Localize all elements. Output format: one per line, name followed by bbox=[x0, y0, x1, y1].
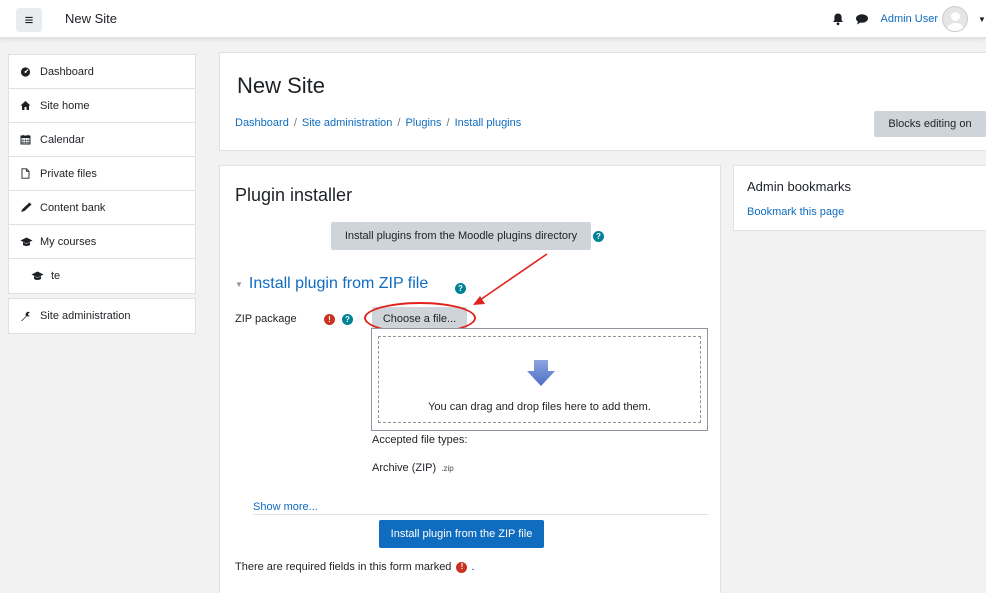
sidebar-item-label: Site home bbox=[40, 99, 90, 112]
breadcrumb-install-plugins[interactable]: Install plugins bbox=[455, 117, 522, 129]
nav-drawer-admin-group: Site administration bbox=[8, 298, 196, 334]
caret-down-icon[interactable]: ▼ bbox=[978, 15, 986, 24]
zip-package-label: ZIP package bbox=[235, 313, 297, 325]
file-icon bbox=[20, 168, 38, 179]
bell-icon[interactable] bbox=[831, 12, 845, 26]
sidebar-item-label: Content bank bbox=[40, 201, 106, 214]
install-zip-button[interactable]: Install plugin from the ZIP file bbox=[379, 520, 544, 548]
bookmark-page-link[interactable]: Bookmark this page bbox=[747, 206, 844, 218]
breadcrumb-plugins[interactable]: Plugins bbox=[405, 117, 441, 129]
required-icon: ! bbox=[324, 314, 335, 325]
dashboard-icon bbox=[20, 66, 38, 77]
download-arrow-icon bbox=[527, 360, 555, 386]
sidebar-item-label: Site administration bbox=[40, 310, 131, 322]
divider bbox=[253, 514, 708, 515]
wrench-icon bbox=[20, 311, 38, 322]
sidebar-item-label: My courses bbox=[40, 235, 97, 248]
breadcrumb-separator: / bbox=[293, 117, 297, 129]
breadcrumb-separator: / bbox=[446, 117, 450, 129]
sidebar-item-label: te bbox=[51, 270, 61, 282]
chat-icon[interactable] bbox=[855, 12, 869, 26]
help-icon[interactable]: ? bbox=[593, 231, 604, 242]
sidebar-item-label: Private files bbox=[40, 167, 97, 180]
page-header: New Site Dashboard / Site administration / P… bbox=[219, 52, 986, 151]
help-icon[interactable]: ? bbox=[342, 314, 353, 325]
admin-bookmarks-block: Admin bookmarks Bookmark this page bbox=[733, 165, 986, 231]
graduation-cap-icon bbox=[20, 237, 38, 247]
nav-drawer-main-group: Dashboard Site home Calendar Private fil… bbox=[8, 54, 196, 294]
breadcrumb-site-administration[interactable]: Site administration bbox=[302, 117, 393, 129]
sidebar-item-calendar[interactable]: Calendar bbox=[9, 123, 195, 157]
home-icon bbox=[20, 100, 38, 111]
avatar[interactable] bbox=[942, 6, 968, 32]
blocks-editing-button[interactable]: Blocks editing on bbox=[874, 111, 986, 137]
top-navbar: ≡ New Site Admin User ▼ bbox=[0, 0, 986, 38]
pencil-icon bbox=[20, 202, 38, 213]
required-icon: ! bbox=[456, 561, 468, 573]
required-note-text: There are required fields in this form m… bbox=[235, 561, 452, 573]
plugin-installer-title: Plugin installer bbox=[235, 185, 353, 205]
archive-type-label: Archive (ZIP) bbox=[372, 462, 437, 474]
accepted-types-label: Accepted file types: bbox=[372, 434, 468, 446]
sidebar-item-site-home[interactable]: Site home bbox=[9, 89, 195, 123]
required-fields-note: There are required fields in this form m… bbox=[235, 561, 475, 573]
user-menu-area: Admin User ▼ bbox=[831, 6, 986, 32]
file-drop-inner[interactable]: You can drag and drop files here to add … bbox=[378, 336, 701, 423]
plugins-directory-button[interactable]: Install plugins from the Moodle plugins … bbox=[331, 222, 591, 250]
nav-drawer: Dashboard Site home Calendar Private fil… bbox=[8, 54, 196, 338]
collapse-caret-icon[interactable]: ▼ bbox=[235, 280, 243, 289]
sidebar-item-label: Dashboard bbox=[40, 65, 94, 78]
drop-zone-text: You can drag and drop files here to add … bbox=[428, 401, 651, 413]
sidebar-item-site-administration[interactable]: Site administration bbox=[9, 299, 195, 333]
site-name[interactable]: New Site bbox=[65, 11, 117, 26]
sidebar-item-dashboard[interactable]: Dashboard bbox=[9, 55, 195, 89]
sidebar-item-label: Calendar bbox=[40, 133, 85, 146]
sidebar-item-private-files[interactable]: Private files bbox=[9, 157, 195, 191]
show-more-link[interactable]: Show more... bbox=[253, 501, 318, 513]
archive-extension: .zip bbox=[441, 464, 454, 473]
menu-toggle-button[interactable]: ≡ bbox=[16, 8, 42, 32]
zip-section-title[interactable]: Install plugin from ZIP file bbox=[249, 275, 428, 293]
archive-type: Archive (ZIP) .zip bbox=[372, 462, 454, 474]
sidebar-item-course-te[interactable]: te bbox=[9, 259, 195, 293]
zip-section-header[interactable]: ▼ Install plugin from ZIP file bbox=[235, 275, 428, 293]
sidebar-item-my-courses[interactable]: My courses bbox=[9, 225, 195, 259]
file-drop-zone[interactable]: You can drag and drop files here to add … bbox=[371, 328, 708, 431]
sidebar-item-content-bank[interactable]: Content bank bbox=[9, 191, 195, 225]
breadcrumb: Dashboard / Site administration / Plugins / In… bbox=[235, 117, 521, 129]
required-note-end: . bbox=[471, 561, 475, 573]
admin-bookmarks-title: Admin bookmarks bbox=[747, 179, 852, 194]
graduation-cap-icon bbox=[31, 271, 49, 281]
help-icon[interactable]: ? bbox=[455, 283, 466, 294]
plugin-installer-region: Plugin installer Install plugins from th… bbox=[219, 165, 721, 593]
breadcrumb-dashboard[interactable]: Dashboard bbox=[235, 117, 289, 129]
page-title: New Site bbox=[237, 73, 326, 98]
user-name-link[interactable]: Admin User bbox=[881, 13, 938, 25]
calendar-icon bbox=[20, 134, 38, 145]
breadcrumb-separator: / bbox=[397, 117, 401, 129]
hamburger-icon: ≡ bbox=[24, 11, 34, 29]
